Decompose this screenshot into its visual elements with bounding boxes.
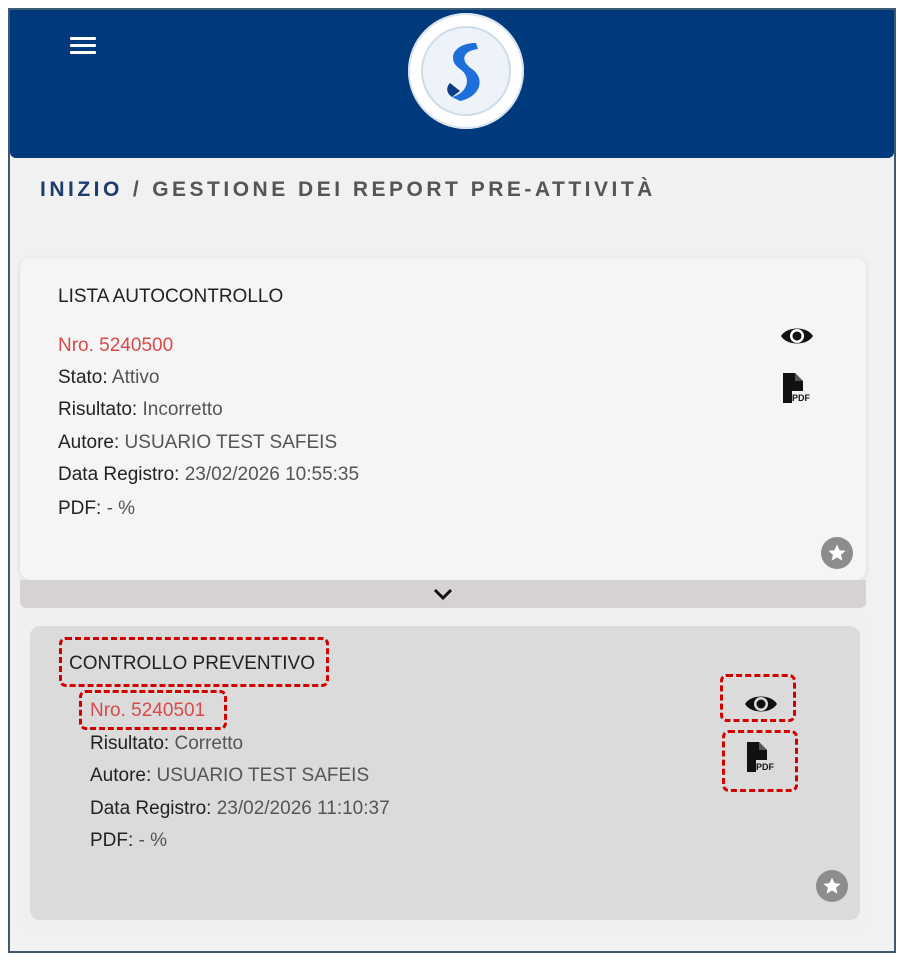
report-number: Nro. 5240501 <box>90 700 206 721</box>
field-label: Autore: <box>90 765 152 786</box>
safeis-logo-icon <box>421 26 511 116</box>
field-risultato: Risultato: Corretto <box>90 733 243 755</box>
field-stato: Stato: Attivo <box>58 367 159 389</box>
field-value: 23/02/2026 11:10:37 <box>216 798 390 819</box>
field-label: Stato: <box>58 367 108 388</box>
eye-icon[interactable] <box>779 322 815 350</box>
favorite-star-icon[interactable] <box>816 870 848 902</box>
pdf-icon[interactable]: PDF <box>781 371 813 405</box>
field-value: Attivo <box>111 367 160 388</box>
field-data-registro: Data Registro: 23/02/2026 10:55:35 <box>58 464 359 486</box>
field-label: Risultato: <box>58 399 138 420</box>
eye-icon[interactable] <box>743 690 779 718</box>
breadcrumb-current: GESTIONE DEI REPORT PRE-ATTIVITÀ <box>152 178 656 201</box>
field-value: USUARIO TEST SAFEIS <box>156 765 370 786</box>
top-bar <box>10 10 894 158</box>
pdf-icon[interactable]: PDF <box>745 740 777 774</box>
field-autore: Autore: USUARIO TEST SAFEIS <box>90 765 369 787</box>
field-label: PDF: <box>58 498 102 519</box>
favorite-star-icon[interactable] <box>821 537 853 569</box>
field-value: - % <box>106 498 136 519</box>
breadcrumb-home-link[interactable]: INIZIO <box>40 178 123 201</box>
field-value: USUARIO TEST SAFEIS <box>124 432 338 453</box>
field-label: Data Registro: <box>58 464 180 485</box>
card-title: LISTA AUTOCONTROLLO <box>58 286 284 307</box>
svg-text:PDF: PDF <box>792 393 811 403</box>
field-value: - % <box>138 830 168 851</box>
hamburger-icon[interactable] <box>70 35 96 57</box>
field-value: Incorretto <box>142 399 223 420</box>
chevron-down-icon <box>433 588 453 601</box>
field-label: Risultato: <box>90 733 170 754</box>
field-label: Data Registro: <box>90 798 212 819</box>
report-number: Nro. 5240500 <box>58 335 174 356</box>
breadcrumb-separator: / <box>132 178 143 201</box>
field-pdf: PDF: - % <box>58 498 135 520</box>
field-value: Corretto <box>174 733 244 754</box>
expand-toggle[interactable] <box>20 580 866 608</box>
field-label: Autore: <box>58 432 120 453</box>
field-risultato: Risultato: Incorretto <box>58 399 223 421</box>
breadcrumb: INIZIO / GESTIONE DEI REPORT PRE-ATTIVITÀ <box>40 178 656 202</box>
field-data-registro: Data Registro: 23/02/2026 11:10:37 <box>90 798 390 820</box>
field-value: 23/02/2026 10:55:35 <box>184 464 360 485</box>
logo[interactable] <box>408 13 524 129</box>
field-label: PDF: <box>90 830 134 851</box>
card-title: CONTROLLO PREVENTIVO <box>69 653 315 674</box>
field-autore: Autore: USUARIO TEST SAFEIS <box>58 432 337 454</box>
svg-text:PDF: PDF <box>756 762 775 772</box>
field-pdf: PDF: - % <box>90 830 167 852</box>
